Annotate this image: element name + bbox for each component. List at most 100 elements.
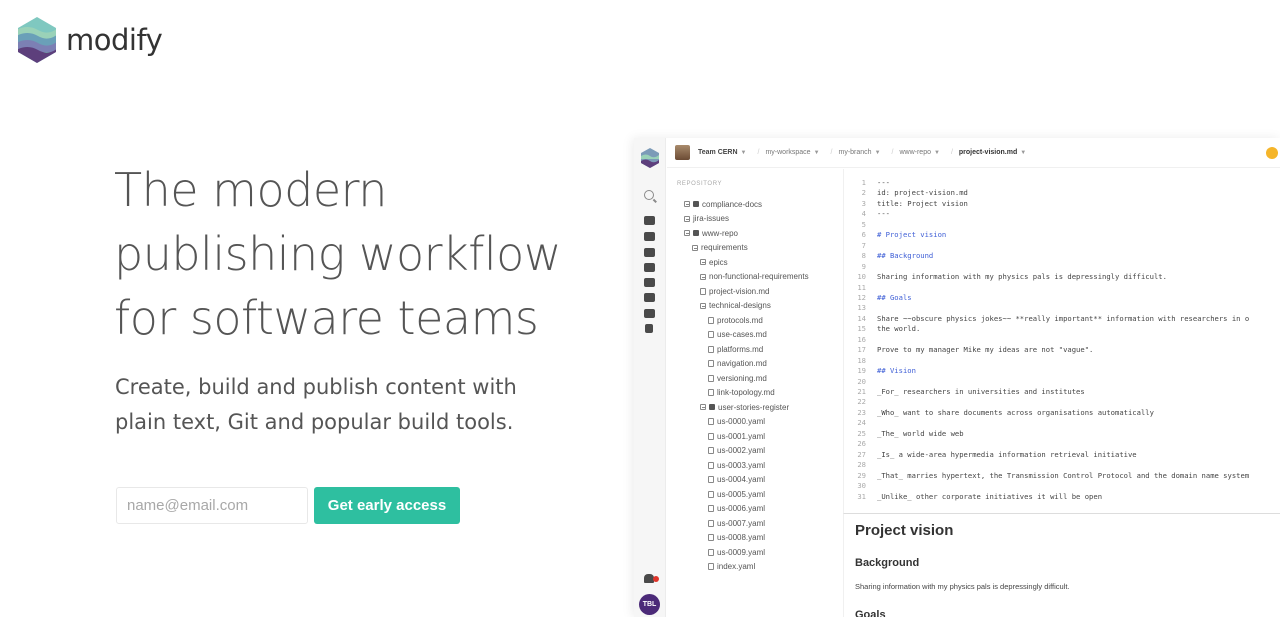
tree-item-label: navigation.md [717,359,767,368]
tree-item-label: us-0009.yaml [717,547,766,557]
tree-item[interactable]: us-0006.yaml [708,504,765,514]
broadcast-icon[interactable] [645,324,653,333]
code-line: 20 [844,377,877,387]
layered-waves-hexagon-logo [18,17,56,63]
line-number: 29 [857,470,866,480]
code-line: 14 Share ~~obscure physics jokes~~ **real… [844,314,1249,324]
tree-item[interactable]: jira-issues [684,214,729,224]
code-line: 23 _Who_ want to share documents across o… [844,408,1154,418]
code-line: 5 [844,220,877,230]
repo-selector[interactable]: www-repo [899,149,931,156]
file-icon [708,432,714,440]
branch-selector[interactable]: my-branch [838,149,871,156]
line-number: 5 [861,219,866,229]
line-number: 20 [857,376,866,386]
tree-item[interactable]: compliance-docs [684,199,762,209]
file-selector[interactable]: project-vision.md [959,149,1017,156]
tree-item[interactable]: project-vision.md [700,286,769,296]
expand-toggle-icon[interactable] [700,259,706,265]
tree-item[interactable]: technical-designs [700,301,771,311]
tree-item[interactable]: epics [700,257,728,267]
tree-item[interactable]: us-0005.yaml [708,489,765,499]
tree-item[interactable]: us-0009.yaml [708,547,765,557]
hero-title: The modern publishing workflow for softw… [114,158,584,350]
tree-item[interactable]: us-0004.yaml [708,475,765,485]
status-indicator-icon[interactable] [1266,147,1278,159]
expand-toggle-icon[interactable] [684,215,690,222]
tree-item[interactable]: us-0000.yaml [708,417,765,427]
file-icon [708,316,714,324]
code-line: 13 [844,303,877,313]
notifications-bell-icon[interactable] [644,574,659,583]
tree-item[interactable]: us-0008.yaml [708,533,765,543]
tree-item[interactable]: us-0003.yaml [708,460,765,470]
tree-item[interactable]: us-0001.yaml [708,431,765,441]
user-avatar[interactable]: TBL [639,594,660,615]
get-early-access-button[interactable]: Get early access [314,487,460,524]
tree-item[interactable]: navigation.md [708,359,767,369]
expand-toggle-icon[interactable] [700,273,706,280]
deploy-icon[interactable] [644,309,655,318]
file-icon [708,345,714,353]
file-icon [708,476,714,483]
tree-item[interactable]: versioning.md [708,373,767,383]
line-number: 3 [861,198,866,208]
code-text: _Who_ want to share documents across org… [877,407,1154,417]
code-line: 27 _Is_ a wide-area hypermedia informatio… [844,450,1136,460]
tree-item[interactable]: use-cases.md [708,330,767,340]
team-selector[interactable]: Team CERN [698,149,738,156]
line-number: 30 [857,481,866,491]
review-icon[interactable] [644,263,655,272]
line-number: 19 [857,366,866,376]
tree-item-label: us-0007.yaml [717,518,766,528]
preview-heading: Goals [855,609,886,617]
line-number: 31 [857,491,866,501]
line-number: 13 [857,303,866,313]
tree-item-label: us-0002.yaml [717,446,766,455]
tree-item[interactable]: platforms.md [708,344,763,354]
email-input[interactable] [116,487,308,524]
expand-toggle-icon[interactable] [692,244,698,251]
breadcrumb: Team CERN ▼ / my-workspace ▼ / my-branch ▼ … [667,138,1280,168]
line-number: 7 [861,240,866,250]
code-line: 25 _The_ world wide web [844,429,963,439]
preview-paragraph: Sharing information with my physics pals… [855,582,1070,591]
line-number: 14 [857,313,866,323]
tree-item[interactable]: index.yaml [708,562,755,572]
tree-item[interactable]: requirements [692,243,748,253]
search-icon[interactable] [644,190,654,200]
table-icon [709,404,715,410]
line-number: 17 [857,345,866,355]
expand-toggle-icon[interactable] [684,201,690,207]
tree-item[interactable]: www-repo [684,228,738,238]
tree-item[interactable]: us-0007.yaml [708,518,765,528]
code-line: 29 _That_ marries hypertext, the Transmis… [844,471,1249,481]
team-avatar[interactable] [675,145,690,160]
code-line: 7 [844,241,877,251]
line-number: 4 [861,209,866,219]
tree-item-label: us-0008.yaml [717,533,766,542]
tree-item[interactable]: user-stories-register [700,402,789,412]
code-line: 21 _For_ researchers in universities and … [844,387,1084,397]
expand-toggle-icon[interactable] [684,230,690,236]
library-icon[interactable] [644,278,655,287]
tree-item-label: use-cases.md [717,330,767,339]
dashboard-icon[interactable] [644,216,655,225]
tree-item[interactable]: protocols.md [708,315,763,325]
markdown-editor[interactable]: 1 --- 2 id: project-vision.md 3 title: Projec… [843,169,1280,513]
tree-item[interactable]: non-functional-requirements [700,272,809,282]
workflow-icon[interactable] [644,293,655,302]
app-logo-icon[interactable] [640,147,660,169]
brand[interactable]: modify [16,16,163,64]
expand-toggle-icon[interactable] [700,302,706,309]
package-icon[interactable] [644,232,655,241]
code-line: 6 # Project vision [844,230,947,240]
tree-item[interactable]: us-0002.yaml [708,446,765,456]
breadcrumb-separator: / [757,149,760,156]
expand-toggle-icon[interactable] [700,404,706,410]
code-line: 4 --- [844,209,890,219]
tree-item[interactable]: link-topology.md [708,388,775,398]
workspace-selector[interactable]: my-workspace [765,149,810,156]
tree-structure-icon[interactable] [644,248,655,257]
file-icon [708,374,714,382]
